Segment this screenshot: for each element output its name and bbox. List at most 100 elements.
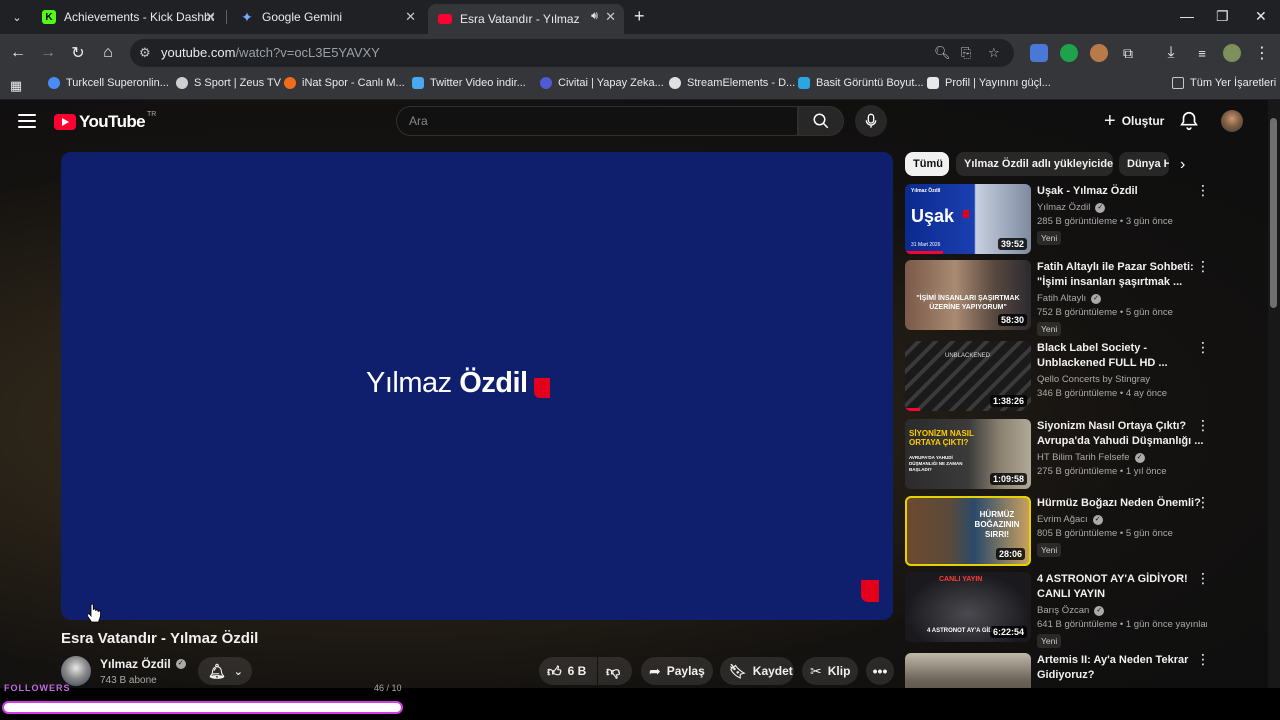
bookmark-icon: 🔖︎: [729, 662, 747, 679]
bookmark-s-sport[interactable]: S Sport | Zeus TV: [176, 77, 281, 89]
recommendation-item[interactable]: SİYONİZM NASIL ORTAYA ÇIKTI? AVRUPA'DA Y…: [905, 418, 1215, 491]
video-thumbnail[interactable]: CANLI YAYIN 4 ASTRONOT AY'A GİD 6:22:54: [905, 572, 1031, 642]
bookmark-civitai[interactable]: Civitai | Yapay Zeka...: [540, 77, 664, 89]
menu-icon[interactable]: [18, 114, 36, 128]
apps-grid-icon[interactable]: ▦: [6, 76, 26, 96]
subscription-bell-button[interactable]: 🔔︎ ⌄: [198, 657, 252, 685]
chip-world[interactable]: Dünya H: [1119, 152, 1169, 176]
more-vertical-icon[interactable]: ⋮: [1196, 340, 1210, 360]
more-vertical-icon[interactable]: ⋮: [1196, 652, 1210, 672]
bookmark-basit-goruntu[interactable]: Basit Görüntü Boyut...: [798, 77, 924, 89]
more-vertical-icon[interactable]: ⋮: [1196, 259, 1210, 279]
video-thumbnail[interactable]: SİYONİZM NASIL ORTAYA ÇIKTI? AVRUPA'DA Y…: [905, 419, 1031, 489]
all-bookmarks-folder[interactable]: Tüm Yer İşaretleri: [1172, 77, 1276, 89]
notifications-bell-icon[interactable]: [1178, 110, 1200, 132]
forward-icon[interactable]: →: [38, 43, 58, 63]
recommendation-item[interactable]: HÜRMÜZ BOĞAZININ SIRRI! 28:06 Hürmüz Boğ…: [905, 495, 1215, 568]
new-tab-button[interactable]: +: [634, 6, 645, 27]
speaker-icon[interactable]: 🔊︎: [591, 10, 598, 23]
tab-google-gemini[interactable]: ✦ Google Gemini ✕: [230, 4, 424, 30]
close-tab-icon[interactable]: ✕: [605, 9, 616, 25]
recommendation-title[interactable]: Black Label Society - Unblackened FULL H…: [1037, 341, 1207, 371]
more-vertical-icon[interactable]: ⋮: [1196, 495, 1210, 515]
video-thumbnail[interactable]: Yılmaz Özdil Uşak 31 Mart 2026 39:52: [905, 184, 1031, 254]
channel-name[interactable]: Yılmaz Özdil ✓: [100, 657, 186, 671]
bookmark-twitter-video[interactable]: Twitter Video indir...: [412, 77, 526, 89]
clip-button[interactable]: ✂ Klip: [802, 657, 858, 685]
create-button[interactable]: + Oluştur: [1094, 107, 1174, 135]
chip-from-uploader[interactable]: Yılmaz Özdil adlı yükleyiciden: [956, 152, 1113, 176]
chevron-right-icon[interactable]: ›: [1180, 156, 1185, 174]
recommendation-title[interactable]: Siyonizm Nasıl Ortaya Çıktı? Avrupa'da Y…: [1037, 419, 1207, 449]
video-thumbnail[interactable]: [905, 653, 1031, 688]
video-player[interactable]: Yılmaz Özdil: [61, 152, 893, 620]
recommendation-channel[interactable]: HT Bilim Tarih Felsefe ✓: [1037, 452, 1207, 463]
avatar-extension-icon[interactable]: [1090, 44, 1108, 62]
recommendation-channel[interactable]: Fatih Altaylı ✓: [1037, 293, 1207, 304]
more-vertical-icon[interactable]: ⋮: [1196, 183, 1210, 203]
site-info-icon[interactable]: ⚙: [139, 45, 151, 61]
bookmark-inat-spor[interactable]: iNat Spor - Canlı M...: [284, 77, 405, 89]
close-tab-icon[interactable]: ✕: [405, 9, 416, 25]
recommendation-item[interactable]: Yılmaz Özdil Uşak 31 Mart 2026 39:52 Uşa…: [905, 183, 1215, 256]
recommendation-item[interactable]: "İŞİMİ İNSANLARI ŞAŞIRTMAK ÜZERİNE YAPIY…: [905, 259, 1215, 336]
close-window-icon[interactable]: ✕: [1255, 8, 1267, 25]
dislike-button[interactable]: 👎︎: [598, 657, 632, 685]
recommendation-item[interactable]: CANLI YAYIN 4 ASTRONOT AY'A GİD 6:22:54 …: [905, 571, 1215, 648]
cast-icon[interactable]: ⎘: [961, 45, 971, 61]
download-icon[interactable]: ⤓: [1161, 43, 1181, 63]
more-vertical-icon[interactable]: ⋮: [1196, 571, 1210, 591]
thumbnail-subtext: AVRUPA'DA YAHUDİ DÜŞMANLIĞI NE ZAMAN BAŞ…: [909, 455, 963, 472]
video-thumbnail[interactable]: "İŞİMİ İNSANLARI ŞAŞIRTMAK ÜZERİNE YAPIY…: [905, 260, 1031, 330]
chip-all[interactable]: Tümü: [905, 152, 949, 176]
minimize-icon[interactable]: —: [1180, 8, 1194, 24]
tab-search-icon[interactable]: ⌄: [7, 7, 27, 27]
recommendation-channel[interactable]: Barış Özcan ✓: [1037, 605, 1207, 616]
channel-avatar[interactable]: [61, 656, 91, 686]
bookmark-profil[interactable]: Profil | Yayınını güçl...: [927, 77, 1051, 89]
like-button[interactable]: 👍︎ 6 B: [539, 657, 597, 685]
tab-kick-dashboard[interactable]: K Achievements - Kick Dashboard ✕: [32, 4, 224, 30]
chat-extension-icon[interactable]: [1060, 44, 1078, 62]
recommendation-channel[interactable]: Yılmaz Özdil ✓: [1037, 202, 1207, 213]
url-text[interactable]: youtube.com/watch?v=ocL3E5YAVXY: [161, 45, 380, 60]
more-vertical-icon[interactable]: ⋮: [1196, 418, 1210, 438]
thumbnail-text: "İŞİMİ İNSANLARI ŞAŞIRTMAK ÜZERİNE YAPIY…: [916, 295, 1020, 311]
back-icon[interactable]: ←: [8, 43, 28, 63]
recommendation-title[interactable]: 4 ASTRONOT AY'A GİDİYOR! CANLI YAYIN: [1037, 572, 1207, 602]
restore-icon[interactable]: ❐: [1216, 8, 1229, 25]
recommendation-title[interactable]: Hürmüz Boğazı Neden Önemli?: [1037, 496, 1207, 511]
save-button[interactable]: 🔖︎ Kaydet: [720, 657, 794, 685]
more-actions-button[interactable]: •••: [866, 657, 894, 685]
youtube-logo[interactable]: YouTube TR: [54, 111, 156, 132]
search-button[interactable]: [798, 106, 844, 136]
share-button[interactable]: ➦ Kaydet Paylaş: [641, 657, 713, 685]
browser-menu-icon[interactable]: ⋮: [1252, 43, 1272, 63]
recommendation-title[interactable]: Fatih Altaylı ile Pazar Sohbeti: "İşimi …: [1037, 260, 1207, 290]
home-icon[interactable]: ⌂: [98, 43, 118, 63]
address-bar[interactable]: ⚙ youtube.com/watch?v=ocL3E5YAVXY 🔍︎ ⎘ ☆: [130, 39, 1014, 67]
recommendation-item[interactable]: UNBLACKENED 1:38:26 Black Label Society …: [905, 340, 1215, 413]
recommendation-channel[interactable]: Evrim Ağacı ✓: [1037, 514, 1207, 525]
recommendation-title[interactable]: Artemis II: Ay'a Neden Tekrar Gidiyoruz?: [1037, 653, 1207, 683]
recommendation-title[interactable]: Uşak - Yılmaz Özdil: [1037, 184, 1207, 199]
bookmark-streamelements[interactable]: StreamElements - D...: [669, 77, 795, 89]
profile-avatar-icon[interactable]: [1223, 44, 1241, 62]
bookmark-star-icon[interactable]: ☆: [988, 45, 1000, 61]
extensions-puzzle-icon[interactable]: ⧉: [1118, 43, 1138, 63]
video-thumbnail[interactable]: UNBLACKENED 1:38:26: [905, 341, 1031, 411]
bookmark-turkcell[interactable]: Turkcell Superonlin...: [48, 77, 169, 89]
tab-youtube-video[interactable]: Esra Vatandır - Yılmaz Özdil 🔊︎ ✕: [428, 4, 624, 34]
voice-search-button[interactable]: [855, 105, 887, 137]
zoom-icon[interactable]: 🔍︎: [934, 45, 951, 61]
recommendation-item[interactable]: Artemis II: Ay'a Neden Tekrar Gidiyoruz?…: [905, 652, 1215, 688]
recommendation-channel[interactable]: Qello Concerts by Stingray: [1037, 374, 1207, 385]
search-input[interactable]: [409, 114, 779, 128]
reload-icon[interactable]: ↻: [68, 43, 88, 63]
close-tab-icon[interactable]: ✕: [205, 9, 216, 25]
media-control-icon[interactable]: ≡: [1192, 43, 1212, 63]
translate-extension-icon[interactable]: [1030, 44, 1048, 62]
scrollbar-thumb[interactable]: [1270, 118, 1277, 308]
video-thumbnail[interactable]: HÜRMÜZ BOĞAZININ SIRRI! 28:06: [905, 496, 1031, 566]
account-avatar[interactable]: [1221, 110, 1243, 132]
